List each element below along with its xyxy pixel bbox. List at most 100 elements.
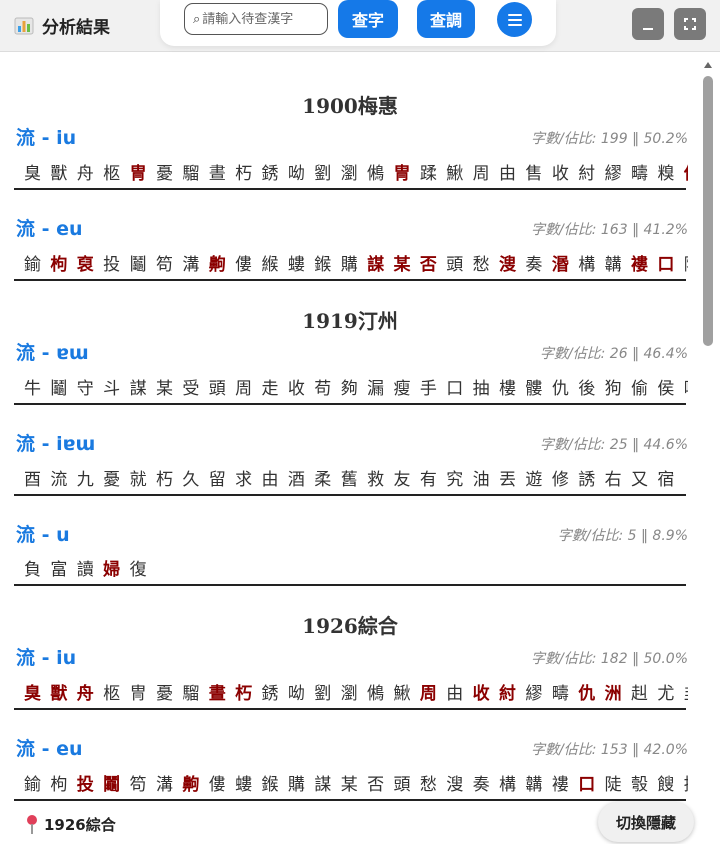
char-item[interactable]: 有 [420, 465, 446, 490]
char-item[interactable]: 右 [605, 465, 631, 490]
char-item[interactable]: 疇 [631, 159, 657, 184]
char-item[interactable]: 購 [288, 770, 314, 795]
char-item[interactable]: 某 [341, 770, 367, 795]
char-item[interactable]: 臭 [24, 159, 50, 184]
char-item[interactable]: 謀 [367, 250, 393, 275]
char-item[interactable]: 酒 [288, 465, 314, 490]
char-item[interactable]: 周 [235, 374, 261, 399]
char-item[interactable]: 某 [156, 374, 182, 399]
char-item[interactable]: 又 [631, 465, 657, 490]
char-item[interactable]: 狗 [605, 374, 631, 399]
char-item[interactable]: 投 [103, 250, 129, 275]
scrollbar[interactable] [701, 56, 715, 844]
char-item[interactable]: 緱 [262, 250, 288, 275]
char-item[interactable]: 守 [77, 374, 103, 399]
char-item[interactable]: 憂 [156, 159, 182, 184]
char-item[interactable]: 酉 [24, 465, 50, 490]
char-item[interactable]: 苟 [314, 374, 340, 399]
char-item[interactable]: 牛 [24, 374, 50, 399]
char-item[interactable]: 口 [446, 374, 472, 399]
char-item[interactable]: 冑 [393, 159, 419, 184]
char-item[interactable]: 究 [446, 465, 472, 490]
char-item[interactable]: 舟 [77, 159, 103, 184]
char-item[interactable]: 宿 [657, 465, 683, 490]
char-item[interactable]: 奏 [525, 250, 551, 275]
char-item[interactable]: 彀 [631, 770, 657, 795]
char-item[interactable]: 由 [499, 159, 525, 184]
char-item[interactable]: 九 [77, 465, 103, 490]
char-item[interactable]: 螻 [288, 250, 314, 275]
char-item[interactable]: 陡 [605, 770, 631, 795]
char-item[interactable]: 流 [50, 465, 76, 490]
char-item[interactable]: 收 [288, 374, 314, 399]
char-item[interactable]: 鬮 [103, 770, 129, 795]
char-item[interactable]: 舊 [341, 465, 367, 490]
char-item[interactable]: 枸 [50, 770, 76, 795]
char-item[interactable]: 冑 [130, 679, 156, 704]
char-item[interactable]: 手 [420, 374, 446, 399]
char-item[interactable]: 僂 [209, 770, 235, 795]
char-item[interactable]: 舟 [77, 679, 103, 704]
char-item[interactable]: 紂 [499, 679, 525, 704]
char-item[interactable]: 呦 [288, 159, 314, 184]
char-item[interactable]: 僂 [235, 250, 261, 275]
char-item[interactable]: 誘 [578, 465, 604, 490]
char-item[interactable]: 抽 [473, 374, 499, 399]
char-item[interactable]: 收 [552, 159, 578, 184]
char-item[interactable]: 朽 [156, 465, 182, 490]
char-item[interactable]: 枸 [50, 250, 76, 275]
char-item[interactable]: 笱 [130, 770, 156, 795]
char-item[interactable]: 齁 [182, 770, 208, 795]
char-item[interactable]: 負 [24, 555, 50, 580]
char-item[interactable]: 鍮 [24, 770, 50, 795]
query-char-button[interactable]: 查字 [338, 0, 398, 38]
char-item[interactable]: 鰍 [393, 679, 419, 704]
char-item[interactable]: 頭 [446, 250, 472, 275]
char-item[interactable]: 友 [393, 465, 419, 490]
char-item[interactable]: 鰍 [446, 159, 472, 184]
char-item[interactable]: 溲 [446, 770, 472, 795]
char-item[interactable]: 奏 [473, 770, 499, 795]
char-item[interactable]: 獸 [50, 679, 76, 704]
char-item[interactable]: 陋 [684, 250, 688, 275]
scroll-up-icon[interactable] [704, 62, 712, 68]
char-item[interactable]: 蹂 [420, 159, 446, 184]
char-item[interactable]: 髏 [525, 374, 551, 399]
char-item[interactable]: 某 [393, 250, 419, 275]
results-panel[interactable]: 1900梅惠 流 - iu 字數/佔比: 199 ‖ 50.2% 臭獸舟柩冑憂騮… [0, 52, 700, 844]
char-item[interactable]: 鍭 [262, 770, 288, 795]
char-item[interactable]: 鵂 [367, 159, 393, 184]
char-item[interactable]: 鍮 [24, 250, 50, 275]
char-item[interactable]: 否 [367, 770, 393, 795]
char-item[interactable]: 疇 [552, 679, 578, 704]
char-item[interactable]: 愁 [473, 250, 499, 275]
char-item[interactable]: 劉 [314, 679, 340, 704]
char-item[interactable]: 溲 [499, 250, 525, 275]
char-item[interactable]: 鵂 [367, 679, 393, 704]
char-item[interactable]: 偷 [631, 374, 657, 399]
char-item[interactable]: 油 [473, 465, 499, 490]
char-item[interactable]: 憂 [103, 465, 129, 490]
char-item[interactable]: 留 [209, 465, 235, 490]
char-item[interactable]: 瘦 [393, 374, 419, 399]
char-item[interactable]: 韝 [605, 250, 631, 275]
char-item[interactable]: 構 [578, 250, 604, 275]
char-item[interactable]: 周 [473, 159, 499, 184]
char-item[interactable]: 口 [578, 770, 604, 795]
char-item[interactable]: 由 [262, 465, 288, 490]
char-item[interactable]: 赳 [631, 679, 657, 704]
char-item[interactable]: 韝 [525, 770, 551, 795]
char-item[interactable]: 銹 [262, 159, 288, 184]
char-item[interactable]: 久 [182, 465, 208, 490]
char-item[interactable]: 謀 [130, 374, 156, 399]
query-tone-button[interactable]: 查調 [417, 0, 475, 38]
scrollbar-thumb[interactable] [703, 76, 713, 346]
char-item[interactable]: 騮 [182, 159, 208, 184]
char-item[interactable]: 由 [446, 679, 472, 704]
char-item[interactable]: 後 [578, 374, 604, 399]
char-item[interactable]: 仇 [684, 159, 688, 184]
char-item[interactable]: 婦 [103, 555, 129, 580]
char-item[interactable]: 臭 [24, 679, 50, 704]
char-item[interactable]: 頭 [209, 374, 235, 399]
char-item[interactable]: 否 [420, 250, 446, 275]
